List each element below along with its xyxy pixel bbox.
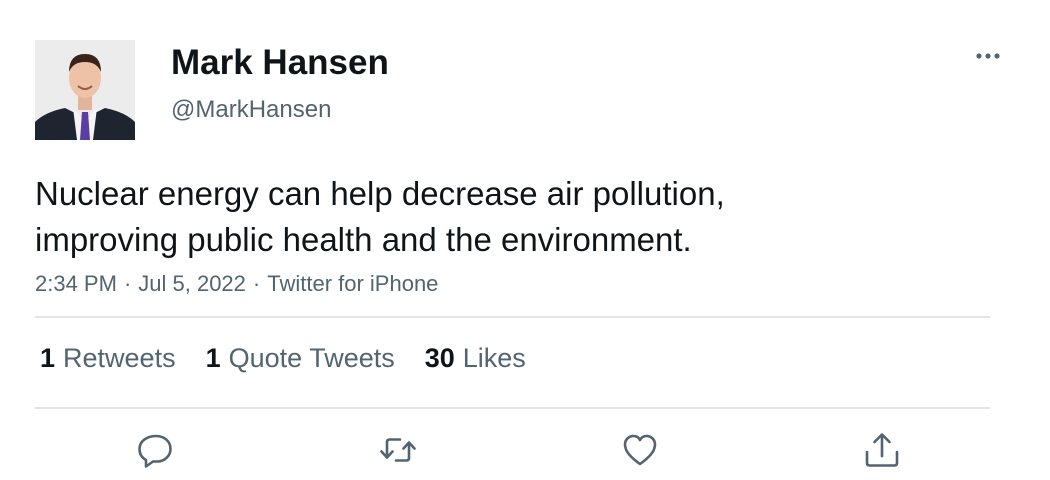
engagement-stats: 1 Retweets 1 Quote Tweets 30 Likes xyxy=(40,340,556,376)
heart-icon xyxy=(623,434,657,466)
tweet-text-line: Nuclear energy can help decrease air pol… xyxy=(35,175,725,212)
tweet-text: Nuclear energy can help decrease air pol… xyxy=(35,171,935,263)
more-options-button[interactable] xyxy=(968,44,1008,68)
user-handle[interactable]: @MarkHansen xyxy=(171,96,331,124)
quote-tweets-stat[interactable]: 1 Quote Tweets xyxy=(206,340,395,376)
avatar-photo xyxy=(35,40,135,140)
likes-count: 30 xyxy=(424,343,455,373)
share-icon xyxy=(865,433,899,467)
like-button[interactable] xyxy=(620,430,660,470)
avatar[interactable] xyxy=(35,40,135,140)
tweet-source[interactable]: Twitter for iPhone xyxy=(267,271,438,296)
tweet-text-line: improving public health and the environm… xyxy=(35,221,692,258)
meta-separator: · xyxy=(252,271,261,296)
quote-tweets-count: 1 xyxy=(205,343,221,373)
more-horizontal-icon xyxy=(976,53,1000,59)
divider xyxy=(35,316,990,318)
meta-separator: · xyxy=(123,271,132,296)
tweet-meta: 2:34 PM · Jul 5, 2022 · Twitter for iPhone xyxy=(35,270,438,298)
likes-stat[interactable]: 30 Likes xyxy=(425,340,526,376)
retweet-icon xyxy=(380,438,416,462)
retweet-button[interactable] xyxy=(378,430,418,470)
tweet-time[interactable]: 2:34 PM xyxy=(35,271,117,296)
divider xyxy=(35,407,990,409)
tweet-card: Mark Hansen @MarkHansen Nuclear energy c… xyxy=(0,0,1050,480)
retweets-count: 1 xyxy=(40,343,56,373)
likes-label: Likes xyxy=(462,343,526,373)
retweets-stat[interactable]: 1 Retweets xyxy=(40,340,176,376)
quote-tweets-label: Quote Tweets xyxy=(228,343,395,373)
share-button[interactable] xyxy=(862,430,902,470)
reply-icon xyxy=(138,434,172,468)
tweet-date[interactable]: Jul 5, 2022 xyxy=(138,271,246,296)
reply-button[interactable] xyxy=(135,430,175,470)
display-name[interactable]: Mark Hansen xyxy=(171,42,389,84)
retweets-label: Retweets xyxy=(63,343,176,373)
